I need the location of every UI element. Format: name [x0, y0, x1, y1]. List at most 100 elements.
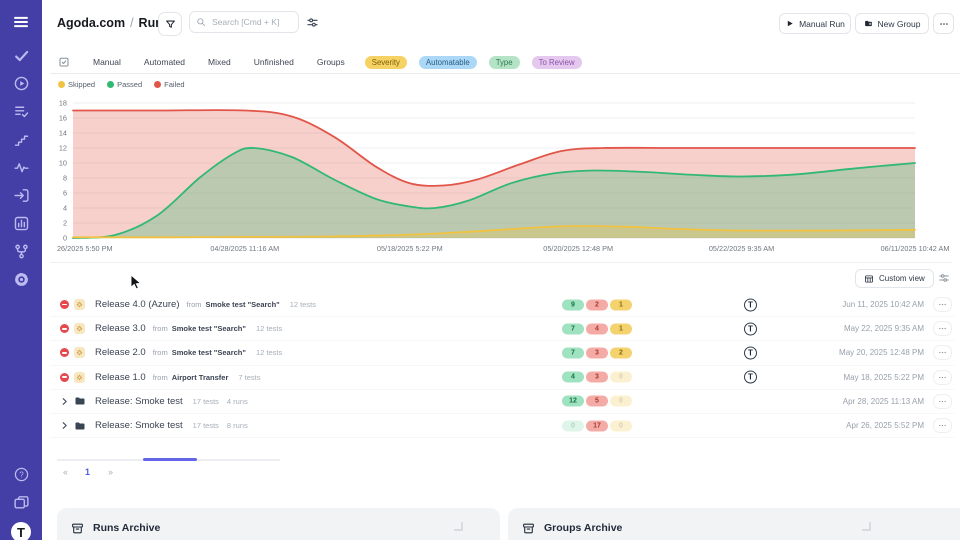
chevron-right-icon[interactable] — [60, 397, 69, 406]
pagination-next[interactable]: » — [108, 467, 113, 477]
tab-mixed[interactable]: Mixed — [208, 57, 231, 67]
skipped-count-badge: 1 — [610, 323, 632, 334]
org-logo-avatar[interactable]: T — [11, 522, 31, 540]
passed-count-badge: 7 — [562, 323, 584, 334]
run-title[interactable]: Release 4.0 (Azure) — [95, 299, 179, 310]
row-menu-button[interactable] — [933, 321, 952, 336]
table-row[interactable]: Release 1.0 from Airport Transfer 7 test… — [50, 366, 954, 390]
breadcrumb: Agoda.com / Runs — [57, 16, 170, 30]
filter-button[interactable] — [158, 12, 182, 36]
row-menu-button[interactable] — [933, 394, 952, 409]
legend-dot — [154, 81, 161, 88]
result-badges: 921 — [562, 299, 634, 310]
result-badges: 741 — [562, 323, 634, 334]
bulk-select-icon[interactable] — [58, 56, 70, 68]
archive-icon — [71, 522, 84, 535]
skipped-count-badge: 0 — [610, 372, 632, 383]
search-input[interactable] — [210, 16, 292, 28]
table-row[interactable]: Release: Smoke test 17 tests 4 runs 1250… — [50, 390, 954, 414]
legend-passed[interactable]: Passed — [107, 80, 142, 89]
filter-pill-to-review[interactable]: To Review — [532, 56, 582, 69]
filter-pill-automatable[interactable]: Automatable — [419, 56, 477, 69]
custom-view-button[interactable]: Custom view — [855, 269, 934, 288]
passed-count-badge: 12 — [562, 396, 584, 407]
breadcrumb-project[interactable]: Agoda.com — [57, 16, 125, 30]
run-date: Apr 26, 2025 5:52 PM — [846, 421, 924, 430]
legend-skipped[interactable]: Skipped — [58, 80, 95, 89]
run-tests-count: 12 tests — [256, 348, 282, 357]
run-source-link[interactable]: Smoke test "Search" — [172, 324, 246, 333]
svg-text:4: 4 — [63, 204, 67, 213]
tests-icon[interactable] — [13, 47, 30, 64]
table-row[interactable]: Release 3.0 from Smoke test "Search" 12 … — [50, 317, 954, 341]
runs-archive-card[interactable]: Runs Archive — [57, 508, 500, 540]
search-settings-icon[interactable] — [306, 16, 319, 29]
svg-text:05/20/2025 12:48 PM: 05/20/2025 12:48 PM — [543, 244, 613, 253]
custom-view-label: Custom view — [879, 274, 925, 283]
passed-count-badge: 9 — [562, 299, 584, 310]
row-menu-button[interactable] — [933, 345, 952, 360]
expand-chevron-icon — [860, 520, 876, 536]
row-menu-button[interactable] — [933, 297, 952, 312]
tab-unfinished[interactable]: Unfinished — [254, 57, 294, 67]
pagination-prev[interactable]: « — [63, 467, 68, 477]
table-scrollbar-thumb[interactable] — [143, 458, 197, 461]
runs-icon[interactable] — [13, 75, 30, 92]
tab-manual[interactable]: Manual — [93, 57, 121, 67]
run-title[interactable]: Release: Smoke test — [95, 396, 183, 407]
run-runs-count: 8 runs — [227, 421, 248, 430]
filter-pill-type[interactable]: Type — [489, 56, 520, 69]
run-title[interactable]: Release: Smoke test — [95, 420, 183, 431]
table-row[interactable]: Release 4.0 (Azure) from Smoke test "Sea… — [50, 293, 954, 317]
play-icon — [785, 19, 794, 28]
run-title[interactable]: Release 2.0 — [95, 347, 146, 358]
run-from-label: from — [153, 373, 168, 382]
more-actions-button[interactable] — [933, 13, 954, 34]
tab-automated[interactable]: Automated — [144, 57, 185, 67]
run-title[interactable]: Release 1.0 — [95, 372, 146, 383]
filter-pill-severity[interactable]: Severity — [365, 56, 407, 69]
run-source-link[interactable]: Smoke test "Search" — [205, 300, 279, 309]
funnel-icon — [165, 19, 176, 30]
legend-failed[interactable]: Failed — [154, 80, 184, 89]
pagination-page-1[interactable]: 1 — [85, 467, 90, 477]
chart-legend: Skipped Passed Failed — [58, 80, 185, 89]
svg-text:2: 2 — [63, 219, 67, 228]
skipped-count-badge: 2 — [610, 347, 632, 358]
svg-text:05/22/2025 9:35 AM: 05/22/2025 9:35 AM — [709, 244, 774, 253]
jobs-icon[interactable] — [13, 131, 30, 148]
groups-archive-card[interactable]: Groups Archive — [508, 508, 960, 540]
table-row[interactable]: Release 2.0 from Smoke test "Search" 12 … — [50, 341, 954, 365]
failed-status-icon — [60, 324, 69, 333]
legend-dot — [107, 81, 114, 88]
help-icon[interactable]: ? — [13, 466, 30, 483]
table-row[interactable]: Release: Smoke test 17 tests 8 runs 0170… — [50, 414, 954, 438]
analytics-icon[interactable] — [13, 159, 30, 176]
import-icon[interactable] — [13, 187, 30, 204]
run-title[interactable]: Release 3.0 — [95, 323, 146, 334]
docs-icon[interactable] — [13, 494, 30, 511]
run-source-link[interactable]: Smoke test "Search" — [172, 348, 246, 357]
row-menu-button[interactable] — [933, 370, 952, 385]
tab-groups[interactable]: Groups — [317, 57, 345, 67]
settings-icon[interactable] — [13, 271, 30, 288]
failed-status-icon — [60, 348, 69, 357]
menu-icon[interactable] — [0, 13, 42, 31]
failed-status-icon — [60, 300, 69, 309]
manual-run-button[interactable]: Manual Run — [779, 13, 851, 34]
reporter-logo-icon: T — [744, 346, 757, 359]
search-box[interactable] — [189, 11, 299, 33]
run-date: May 18, 2025 5:22 PM — [844, 373, 925, 382]
new-group-button[interactable]: New Group — [855, 13, 929, 34]
failed-count-badge: 17 — [586, 420, 608, 431]
app-window: ? T Agoda.com / Runs Manual Run New Group… — [0, 0, 960, 540]
reports-icon[interactable] — [13, 215, 30, 232]
new-folder-icon — [864, 19, 873, 28]
chevron-right-icon[interactable] — [60, 421, 69, 430]
row-menu-button[interactable] — [933, 418, 952, 433]
branches-icon[interactable] — [13, 243, 30, 260]
legend-dot — [58, 81, 65, 88]
run-source-link[interactable]: Airport Transfer — [172, 373, 229, 382]
plans-icon[interactable] — [13, 103, 30, 120]
column-settings-icon[interactable] — [938, 272, 950, 284]
